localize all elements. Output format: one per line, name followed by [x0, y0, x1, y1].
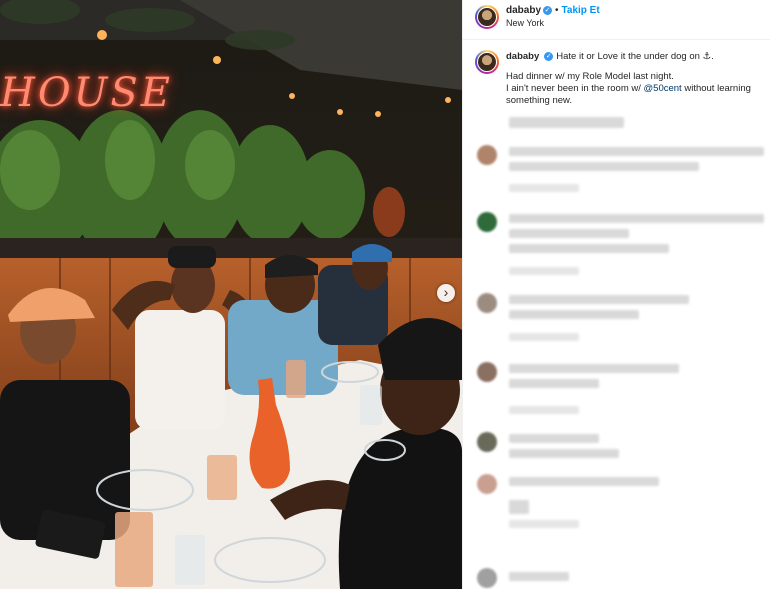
caption-username[interactable]: dababy [506, 51, 539, 62]
comment-text-blurred [509, 500, 529, 514]
neon-sign: HOUSE [0, 70, 173, 116]
comment-meta-blurred [509, 267, 579, 275]
post-header: dababy ✓ • Takip Et [506, 5, 600, 16]
comment-avatar[interactable] [477, 293, 497, 313]
comment-text-blurred [509, 449, 619, 458]
comment-avatar[interactable] [477, 568, 497, 588]
post-photo[interactable]: HOUSE › [0, 0, 462, 589]
follow-button[interactable]: Takip Et [562, 5, 600, 16]
comment-avatar[interactable] [477, 474, 497, 494]
comment-avatar[interactable] [477, 432, 497, 452]
comment-meta-blurred [509, 406, 579, 414]
comment-meta-blurred [509, 520, 579, 528]
chevron-right-icon: › [443, 284, 449, 300]
comment-text-blurred [509, 229, 629, 238]
comment-avatar[interactable] [477, 145, 497, 165]
comment-meta-blurred [509, 333, 579, 341]
post-details-panel: dababy ✓ • Takip Et New York dababy ✓ Hate it… [462, 0, 770, 589]
username-link[interactable]: dababy [506, 5, 541, 16]
profile-avatar[interactable] [475, 5, 499, 29]
caption-line-3-before: I ain't never been in the room w/ [506, 83, 644, 94]
comment-text-blurred [509, 214, 764, 223]
comment-text-blurred [509, 295, 689, 304]
comment-text-blurred [509, 244, 669, 253]
comment-text-blurred [509, 379, 599, 388]
comment-text-blurred [509, 434, 599, 443]
mention-link[interactable]: @50cent [644, 83, 682, 94]
comment-avatar[interactable] [477, 212, 497, 232]
comment-avatar[interactable] [477, 362, 497, 382]
caption-timestamp-blurred [509, 117, 624, 128]
caption: dababy ✓ Hate it or Love it the under dog … [506, 51, 761, 107]
comment-text-blurred [509, 162, 699, 171]
next-photo-button[interactable]: › [437, 284, 455, 302]
comment-meta-blurred [509, 184, 579, 192]
caption-line-2: Had dinner w/ my Role Model last night. [506, 71, 674, 82]
comment-text-blurred [509, 147, 764, 156]
caption-avatar[interactable] [475, 50, 499, 74]
separator-dot: • [555, 5, 559, 16]
verified-badge-icon: ✓ [544, 51, 554, 61]
comment-text-blurred [509, 310, 639, 319]
verified-badge-icon: ✓ [543, 5, 553, 15]
caption-line-1: Hate it or Love it the under dog on ⚓. [556, 51, 714, 62]
location-link[interactable]: New York [506, 18, 544, 28]
comment-text-blurred [509, 572, 569, 581]
comment-text-blurred [509, 477, 659, 486]
comment-text-blurred [509, 364, 679, 373]
header-divider [463, 39, 770, 40]
